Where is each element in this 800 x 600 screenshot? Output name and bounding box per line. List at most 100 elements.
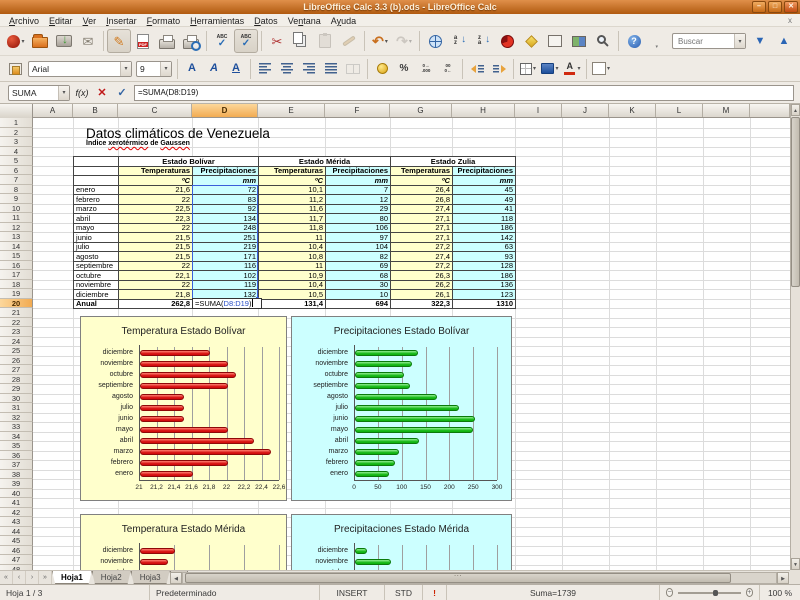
table-cell[interactable]: 26,8 (391, 195, 453, 205)
table-cell[interactable] (74, 166, 119, 176)
dropdown-caret-icon[interactable]: ▾ (409, 38, 412, 45)
table-cell[interactable]: Precipitaciones (453, 166, 516, 176)
dropdown-caret-icon[interactable]: ▾ (533, 65, 536, 72)
table-cell[interactable]: 97 (326, 233, 391, 243)
row-header-18[interactable]: 18 (0, 279, 33, 289)
open-button[interactable] (28, 29, 52, 53)
minimize-button[interactable]: – (752, 1, 766, 13)
vertical-scrollbar[interactable]: ▲ ▼ (790, 104, 800, 570)
horizontal-scrollbar[interactable]: ◀ ▶ (170, 572, 789, 584)
scroll-up-icon[interactable]: ▲ (791, 104, 800, 116)
row-header-25[interactable]: 25 (0, 346, 33, 356)
row-header-30[interactable]: 30 (0, 393, 33, 403)
zoom-out-icon[interactable]: − (666, 588, 674, 597)
table-cell[interactable]: 27,4 (391, 252, 453, 262)
table-cell[interactable]: Precipitaciones (193, 166, 259, 176)
cancel-formula-icon[interactable]: ✕ (92, 84, 112, 102)
sheet-tab-hoja2[interactable]: Hoja2 (91, 571, 131, 584)
row-header-37[interactable]: 37 (0, 460, 33, 470)
row-header-11[interactable]: 11 (0, 213, 33, 223)
menu-herramientas[interactable]: Herramientas (185, 16, 249, 26)
row-header-8[interactable]: 8 (0, 184, 33, 194)
toolbar-overflow-button[interactable] (646, 29, 670, 53)
delete-decimal-button[interactable]: 00 0← (437, 58, 459, 80)
row-header-27[interactable]: 27 (0, 365, 33, 375)
table-cell[interactable]: 68 (326, 271, 391, 281)
zoom-in-icon[interactable]: + (745, 588, 753, 597)
table-cell[interactable]: 12 (326, 195, 391, 205)
row-header-44[interactable]: 44 (0, 526, 33, 536)
month-label[interactable]: febrero (74, 195, 119, 205)
search-dropdown-caret-icon[interactable]: ▾ (734, 34, 745, 48)
table-cell[interactable]: 11 (259, 233, 326, 243)
table-cell[interactable]: mm (453, 176, 516, 186)
dropdown-caret-icon[interactable]: ▾ (21, 38, 24, 45)
zoom-slider-track[interactable] (678, 589, 741, 596)
name-box-caret-icon[interactable]: ▾ (58, 85, 69, 100)
font-size-combo[interactable]: 9 ▾ (136, 60, 172, 77)
month-label[interactable]: julio (74, 242, 119, 252)
table-cell[interactable]: 11,2 (259, 195, 326, 205)
column-header-partial[interactable] (750, 104, 790, 117)
underline-button[interactable]: A (225, 58, 247, 80)
row-header-20[interactable]: 20 (0, 298, 33, 308)
undo-button[interactable]: ↶ ▾ (368, 29, 392, 53)
month-label[interactable]: septiembre (74, 261, 119, 271)
table-cell[interactable]: 10,5 (259, 290, 326, 300)
status-sum[interactable]: Suma=1739 (447, 585, 660, 600)
row-header-3[interactable]: 3 (0, 137, 33, 147)
format-currency-button[interactable] (371, 58, 393, 80)
row-header-42[interactable]: 42 (0, 507, 33, 517)
month-label[interactable]: noviembre (74, 280, 119, 290)
table-cell[interactable]: 128 (453, 261, 516, 271)
column-header-F[interactable]: F (325, 104, 390, 117)
zoom-slider-knob[interactable] (712, 589, 718, 596)
paste-button[interactable] (313, 29, 337, 53)
navigator-button[interactable] (543, 29, 567, 53)
row-header-23[interactable]: 23 (0, 327, 33, 337)
help-button[interactable]: ? (622, 29, 646, 53)
search-input[interactable] (676, 35, 734, 47)
menu-insertar[interactable]: Insertar (101, 16, 142, 26)
table-cell[interactable]: 123 (453, 290, 516, 300)
row-header-33[interactable]: 33 (0, 422, 33, 432)
table-cell[interactable]: mm (326, 176, 391, 186)
row-header-6[interactable]: 6 (0, 165, 33, 175)
column-header-B[interactable]: B (73, 104, 118, 117)
row-header-21[interactable]: 21 (0, 308, 33, 318)
column-header-L[interactable]: L (656, 104, 703, 117)
table-cell[interactable]: 186 (453, 271, 516, 281)
row-header-28[interactable]: 28 (0, 374, 33, 384)
chart-precipitaciones-estado-merida[interactable]: Precipitaciones Estado Mérida02040608010… (291, 514, 512, 570)
sheet-tab-hoja1[interactable]: Hoja1 (52, 571, 92, 584)
table-cell[interactable]: 27,2 (391, 261, 453, 271)
row-header-19[interactable]: 19 (0, 289, 33, 299)
header-estado-merida[interactable]: Estado Mérida (259, 157, 391, 167)
add-decimal-button[interactable]: 0→ .000 (415, 58, 437, 80)
auto-spellcheck-button[interactable]: ABC ✓ (234, 29, 258, 53)
dropdown-caret-icon[interactable]: ▾ (607, 65, 610, 72)
name-box[interactable]: SUMA ▾ (8, 84, 70, 101)
table-cell[interactable]: Precipitaciones (326, 166, 391, 176)
menu-ver[interactable]: Ver (78, 16, 102, 26)
table-cell[interactable]: 11,8 (259, 223, 326, 233)
table-cell[interactable]: 49 (453, 195, 516, 205)
table-cell[interactable]: 63 (453, 242, 516, 252)
row-header-16[interactable]: 16 (0, 260, 33, 270)
column-header-C[interactable]: C (118, 104, 192, 117)
spellcheck-button[interactable]: ABC ✓ (210, 29, 234, 53)
table-cell[interactable]: 27,1 (391, 233, 453, 243)
row-header-29[interactable]: 29 (0, 384, 33, 394)
scroll-left-icon[interactable]: ◀ (170, 572, 182, 584)
accept-formula-icon[interactable]: ✓ (112, 84, 132, 102)
row-header-32[interactable]: 32 (0, 412, 33, 422)
table-cell[interactable]: 131,4 (259, 299, 326, 309)
table-cell[interactable]: 26,4 (391, 185, 453, 195)
status-selection-mode[interactable]: STD (385, 585, 423, 600)
clone-formatting-button[interactable] (337, 29, 361, 53)
table-cell[interactable]: 22,5 (119, 204, 193, 214)
status-insert-mode[interactable]: INSERT (320, 585, 385, 600)
borders-button[interactable]: ▾ (517, 58, 539, 80)
table-cell[interactable]: 22 (119, 195, 193, 205)
export-pdf-button[interactable] (131, 29, 155, 53)
